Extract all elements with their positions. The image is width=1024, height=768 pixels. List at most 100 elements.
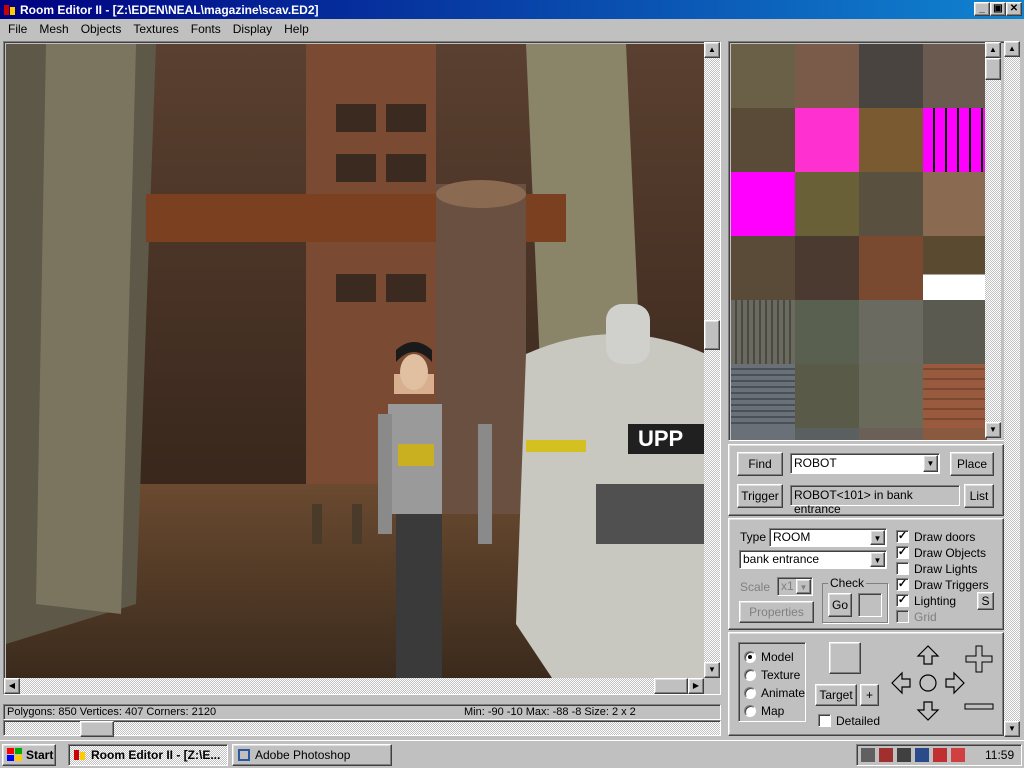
scroll-left-icon[interactable]: ◀: [4, 678, 20, 694]
target-button[interactable]: Target: [815, 684, 857, 706]
tray-printer-icon[interactable]: [933, 748, 947, 762]
texture-tile[interactable]: [859, 108, 923, 172]
draw-triggers-checkbox[interactable]: ✓: [896, 578, 909, 591]
list-button[interactable]: List: [964, 484, 994, 508]
status-hscrollbar[interactable]: [3, 720, 721, 737]
status-hscroll-thumb[interactable]: [80, 721, 114, 737]
texture-tile[interactable]: [795, 172, 859, 236]
texture-scroll-up-icon[interactable]: ▲: [985, 42, 1001, 58]
hscroll-thumb[interactable]: [654, 678, 688, 694]
properties-button[interactable]: Properties: [739, 601, 814, 623]
menu-textures[interactable]: Textures: [127, 22, 184, 36]
room-select[interactable]: bank entrance ▼: [739, 550, 887, 569]
detailed-checkbox[interactable]: [818, 714, 831, 727]
texture-tile[interactable]: [795, 300, 859, 364]
menu-display[interactable]: Display: [227, 22, 278, 36]
draw-objects-checkbox[interactable]: ✓: [896, 546, 909, 559]
scroll-down-icon[interactable]: ▼: [704, 662, 720, 678]
texture-tile[interactable]: [731, 300, 795, 364]
texture-vscrollbar[interactable]: ▲ ▼: [985, 42, 1001, 438]
viewport-vscrollbar[interactable]: ▲ ▼: [704, 42, 720, 678]
mode-map-radio[interactable]: [744, 705, 756, 717]
chevron-down-icon[interactable]: ▼: [923, 455, 938, 472]
start-button[interactable]: Start: [2, 744, 56, 766]
texture-tile[interactable]: [795, 428, 859, 440]
texture-tile[interactable]: [923, 108, 987, 172]
draw-lights-checkbox[interactable]: [896, 562, 909, 575]
mode-model-radio[interactable]: [744, 651, 756, 663]
type-select[interactable]: ROOM ▼: [769, 528, 887, 547]
task-room-editor[interactable]: Room Editor II - [Z:\E...: [68, 744, 228, 766]
go-button[interactable]: Go: [828, 593, 852, 617]
scale-chevron-down-icon[interactable]: ▼: [796, 579, 811, 594]
texture-tile[interactable]: [923, 236, 987, 300]
texture-palette[interactable]: ▲ ▼: [728, 41, 1020, 441]
texture-tile[interactable]: [923, 44, 987, 108]
texture-tile[interactable]: [923, 364, 987, 428]
zoom-out-icon[interactable]: [962, 702, 996, 712]
tray-monitor-icon[interactable]: [915, 748, 929, 762]
type-chevron-down-icon[interactable]: ▼: [870, 530, 885, 545]
menu-fonts[interactable]: Fonts: [185, 22, 227, 36]
place-button[interactable]: Place: [950, 452, 994, 476]
texture-tile[interactable]: [731, 44, 795, 108]
texture-tile[interactable]: [731, 172, 795, 236]
render-viewport[interactable]: UPP ▲ ▼ ◀ ▶: [3, 41, 721, 695]
texture-grid[interactable]: [731, 44, 987, 440]
tray-antivirus-icon[interactable]: [951, 748, 965, 762]
texture-tile[interactable]: [859, 44, 923, 108]
minimize-icon[interactable]: _: [974, 2, 990, 16]
texture-tile[interactable]: [859, 172, 923, 236]
texture-tile[interactable]: [923, 300, 987, 364]
scroll-right-icon[interactable]: ▶: [688, 678, 704, 694]
scale-select[interactable]: x1 ▼: [777, 577, 813, 596]
navigation-pad[interactable]: [890, 644, 966, 724]
grid-checkbox[interactable]: [896, 610, 909, 623]
target-preview[interactable]: [829, 642, 861, 674]
panel-vscrollbar[interactable]: ▲ ▼: [1004, 41, 1020, 737]
texture-tile[interactable]: [731, 108, 795, 172]
mode-animate-radio[interactable]: [744, 687, 756, 699]
zoom-in-icon[interactable]: [962, 644, 996, 674]
tray-network-icon[interactable]: [861, 748, 875, 762]
find-object-select[interactable]: ROBOT ▼: [790, 453, 940, 474]
texture-tile[interactable]: [923, 428, 987, 440]
texture-tile[interactable]: [859, 428, 923, 440]
tray-app-icon[interactable]: [879, 748, 893, 762]
texture-tile[interactable]: [731, 428, 795, 440]
viewport-hscrollbar[interactable]: ◀ ▶: [4, 678, 704, 694]
menu-objects[interactable]: Objects: [75, 22, 128, 36]
target-plus-button[interactable]: +: [860, 684, 879, 706]
lighting-checkbox[interactable]: ✓: [896, 594, 909, 607]
texture-tile[interactable]: [795, 236, 859, 300]
texture-tile[interactable]: [859, 364, 923, 428]
tray-speaker-icon[interactable]: [897, 748, 911, 762]
texture-tile[interactable]: [795, 44, 859, 108]
texture-tile[interactable]: [795, 108, 859, 172]
panel-scroll-down-icon[interactable]: ▼: [1004, 721, 1020, 737]
texture-tile[interactable]: [859, 300, 923, 364]
menu-file[interactable]: File: [2, 22, 33, 36]
texture-tile[interactable]: [731, 236, 795, 300]
mode-texture-radio[interactable]: [744, 669, 756, 681]
draw-doors-checkbox[interactable]: ✓: [896, 530, 909, 543]
room-chevron-down-icon[interactable]: ▼: [870, 552, 885, 567]
texture-scroll-down-icon[interactable]: ▼: [985, 422, 1001, 438]
close-icon[interactable]: ✕: [1006, 2, 1022, 16]
texture-tile[interactable]: [731, 364, 795, 428]
restore-icon[interactable]: ▣: [990, 2, 1006, 16]
scene-render[interactable]: UPP: [6, 44, 706, 680]
find-button[interactable]: Find: [737, 452, 783, 476]
menu-help[interactable]: Help: [278, 22, 315, 36]
panel-scroll-up-icon[interactable]: ▲: [1004, 41, 1020, 57]
vscroll-thumb[interactable]: [704, 320, 720, 350]
trigger-button[interactable]: Trigger: [737, 484, 783, 508]
task-photoshop[interactable]: Adobe Photoshop: [232, 744, 392, 766]
menu-mesh[interactable]: Mesh: [33, 22, 74, 36]
texture-tile[interactable]: [859, 236, 923, 300]
lighting-settings-button[interactable]: S: [977, 592, 994, 610]
texture-vscroll-thumb[interactable]: [985, 58, 1001, 80]
texture-tile[interactable]: [795, 364, 859, 428]
scroll-up-icon[interactable]: ▲: [704, 42, 720, 58]
texture-tile[interactable]: [923, 172, 987, 236]
